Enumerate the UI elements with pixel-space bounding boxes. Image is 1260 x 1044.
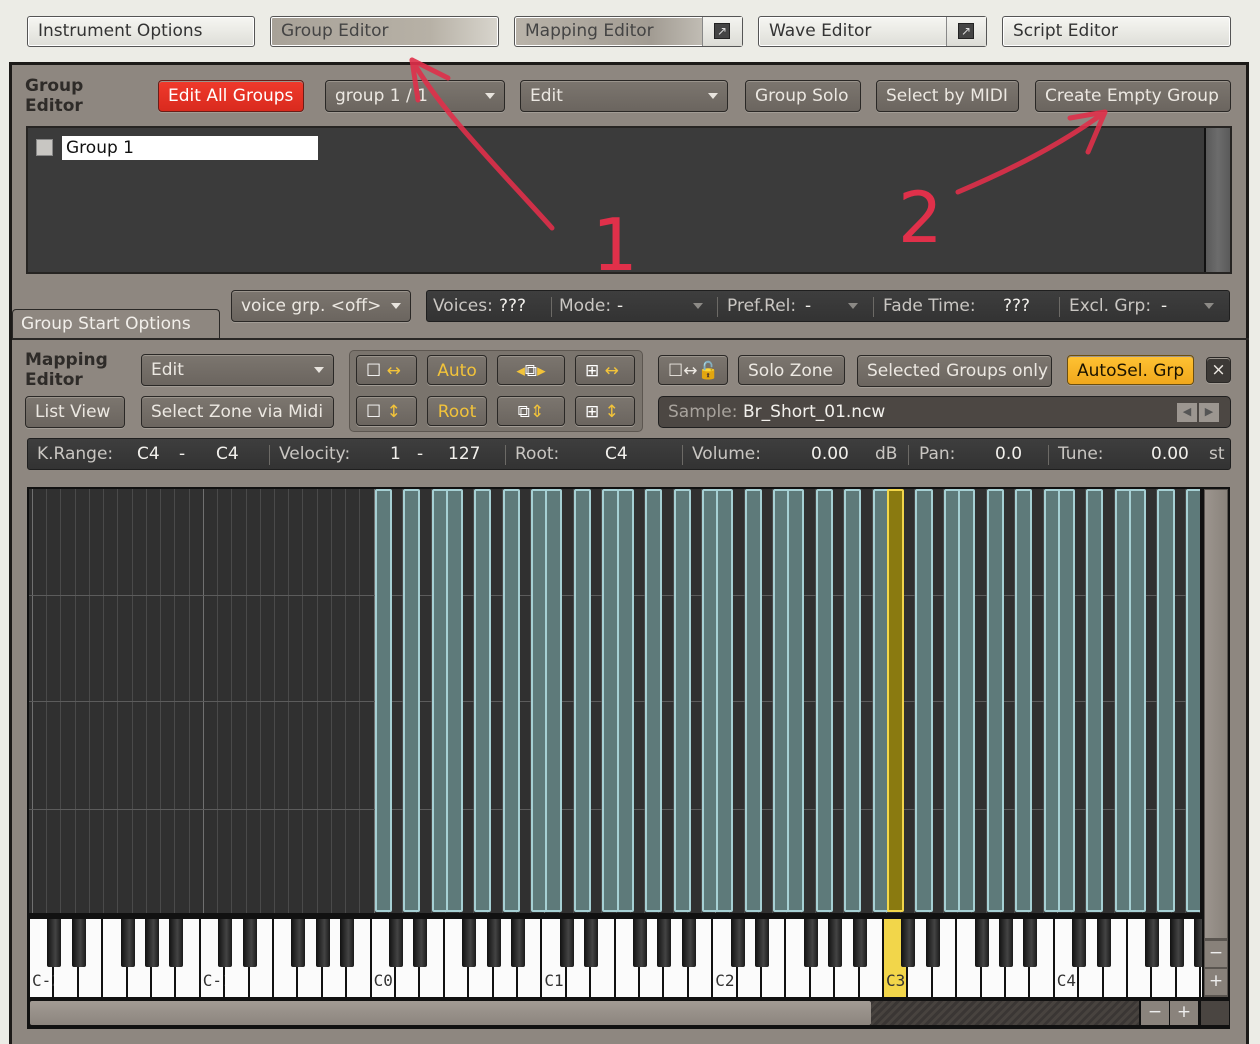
annotation-overlay: 1 2 [409, 57, 1108, 287]
annotation-label-2: 2 [898, 177, 943, 259]
annotation-arrow-1 [409, 57, 555, 231]
annotation-arrow-2 [955, 109, 1108, 195]
annotation-label-1: 1 [592, 203, 638, 287]
